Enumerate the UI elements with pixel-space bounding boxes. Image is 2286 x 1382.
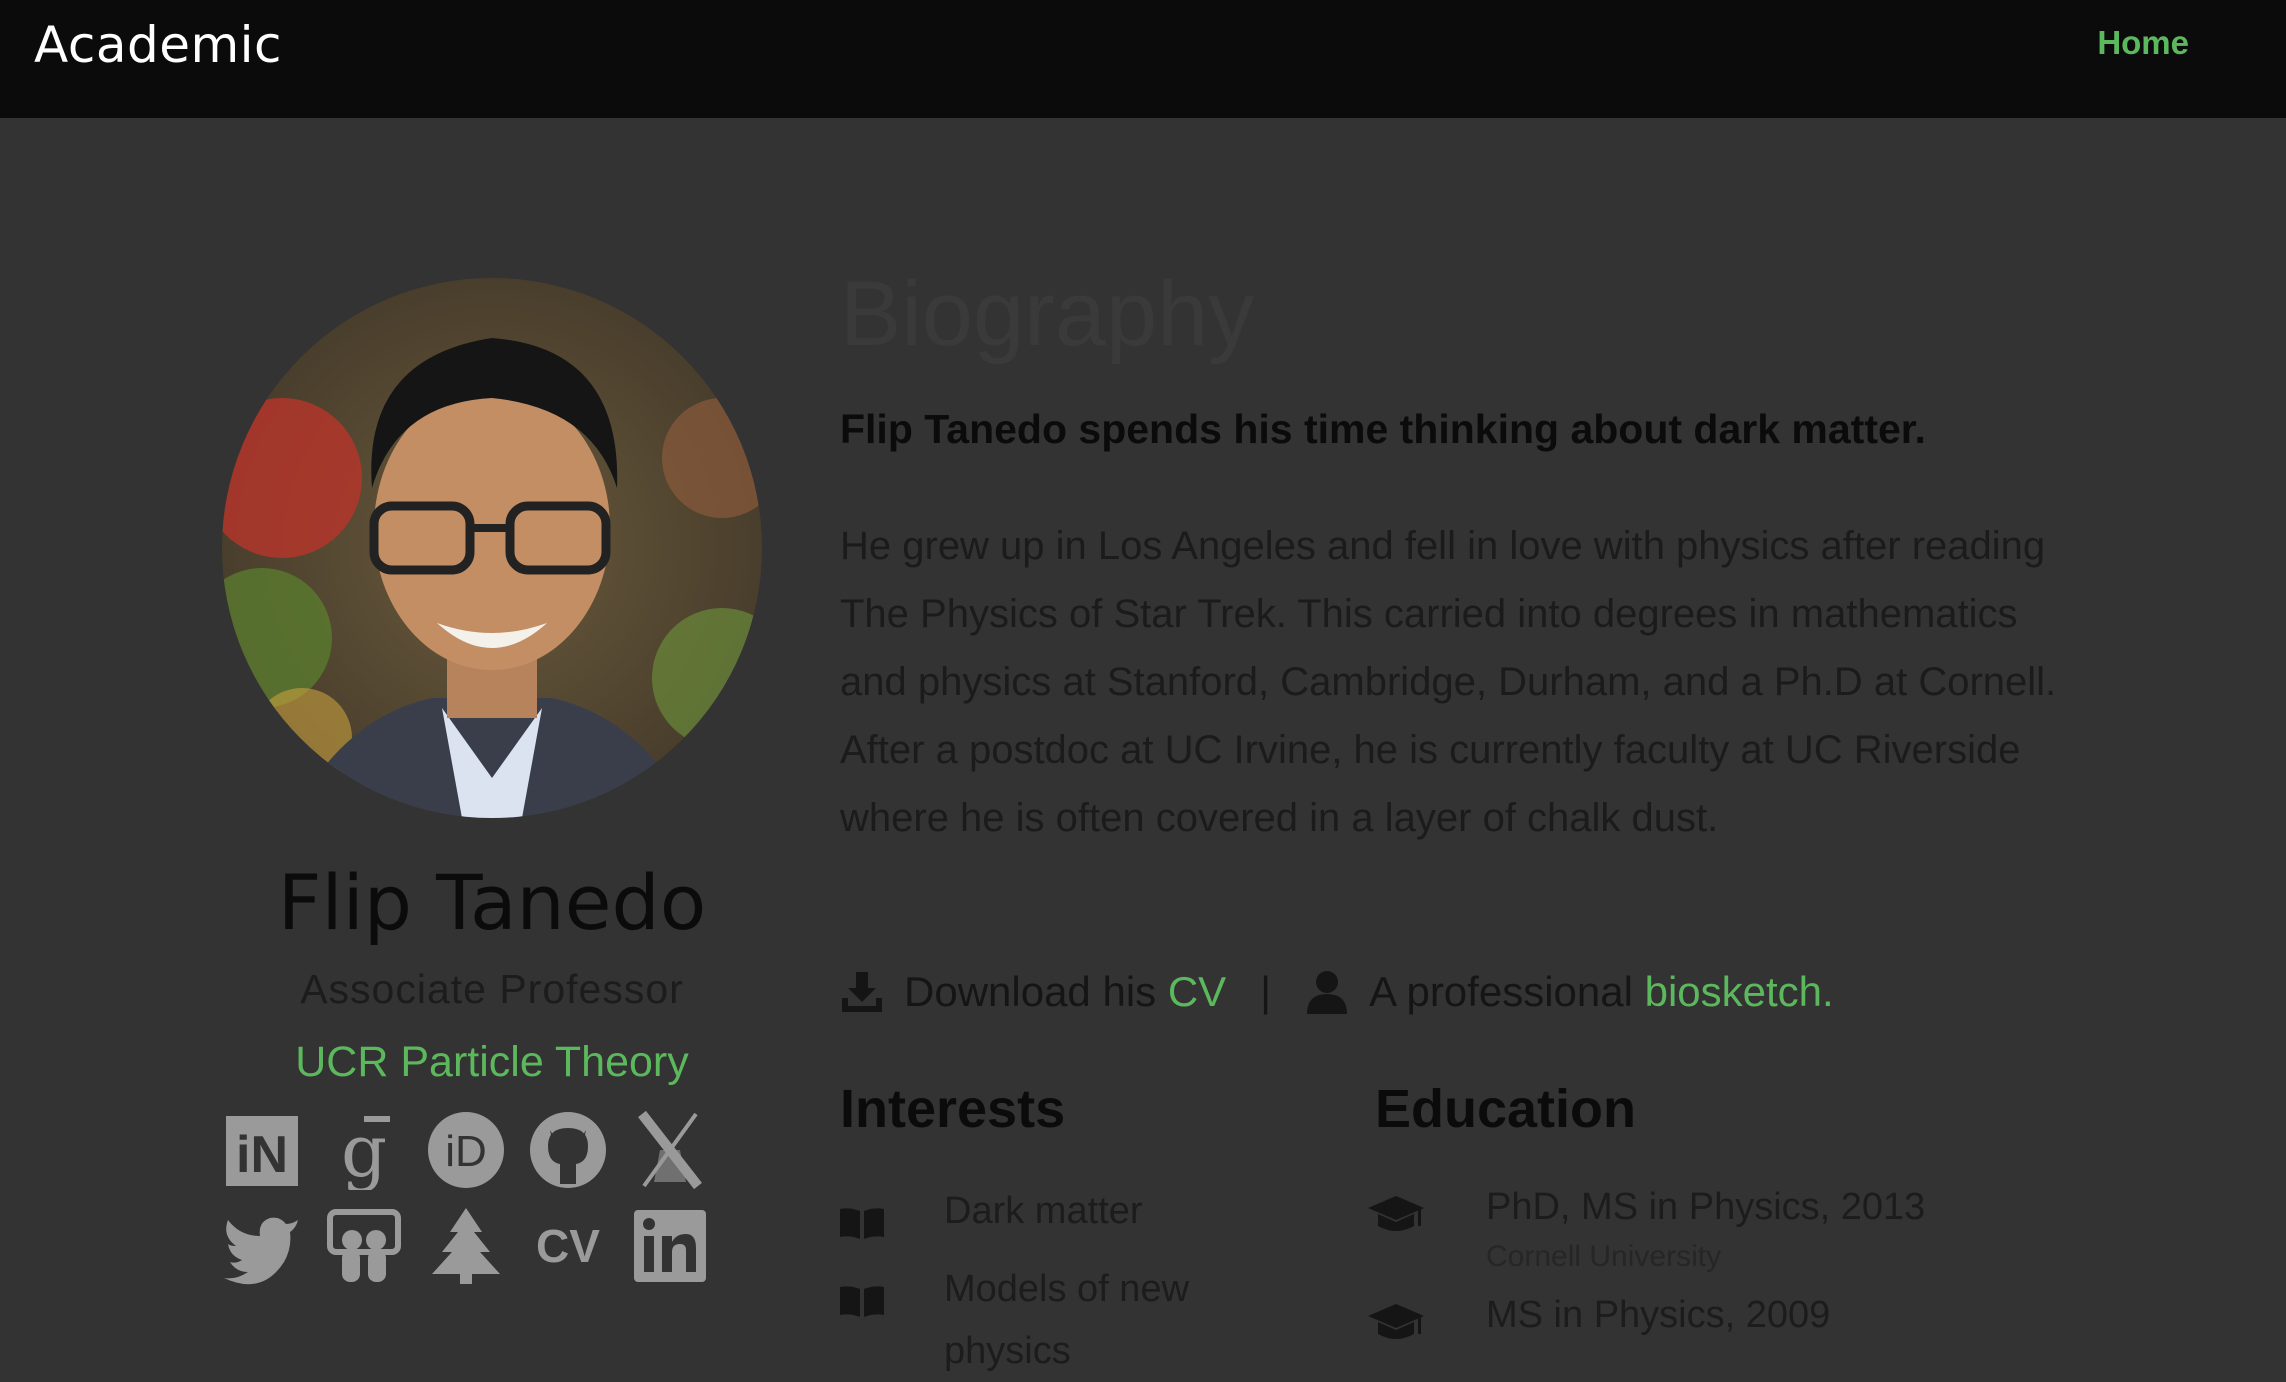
download-cv-text: Download his — [904, 968, 1168, 1015]
profile-organization-link[interactable]: UCR Particle Theory — [222, 1038, 762, 1087]
google-scholar-icon[interactable]: g — [324, 1110, 404, 1190]
links-separator: | — [1260, 968, 1272, 1015]
profile-avatar — [222, 278, 762, 818]
interest-label: Dark matter — [944, 1190, 1143, 1232]
graduation-cap-icon — [1368, 1196, 1424, 1231]
nav-home-link[interactable]: Home — [2097, 24, 2189, 62]
interests-heading: Interests — [840, 1079, 1066, 1139]
education-list: PhD, MS in Physics, 2013 Cornell Univers… — [1368, 1180, 2068, 1354]
avatar-photo — [222, 278, 762, 818]
tree-icon[interactable] — [426, 1206, 506, 1286]
biosketch-link[interactable]: biosketch — [1645, 968, 1822, 1016]
list-item: MS in Physics, 2009 — [1368, 1288, 2068, 1346]
social-links: iN g iD CV — [222, 1110, 722, 1302]
x-twitter-icon[interactable] — [630, 1110, 710, 1190]
site-brand[interactable]: Academic — [34, 16, 282, 74]
github-icon[interactable] — [528, 1110, 608, 1190]
profile-name: Flip Tanedo — [277, 858, 707, 947]
education-heading: Education — [1375, 1079, 1637, 1139]
orcid-icon[interactable]: iD — [426, 1110, 506, 1190]
graduation-cap-icon — [1368, 1304, 1424, 1339]
book-icon — [840, 1208, 884, 1239]
book-icon — [840, 1286, 884, 1317]
svg-text:CV: CV — [536, 1220, 600, 1272]
profile-role: Associate Professor — [300, 966, 684, 1012]
list-item: PhD, MS in Physics, 2013 Cornell Univers… — [1368, 1180, 2068, 1280]
biography-links: Download his CV | A professional biosket… — [840, 962, 1834, 1022]
svg-text:iN: iN — [236, 1126, 288, 1184]
svg-text:iD: iD — [445, 1127, 487, 1176]
interest-label: Models of new physics — [944, 1268, 1190, 1372]
education-degree: PhD, MS in Physics, 2013 — [1486, 1186, 1926, 1228]
interests-list: Dark matter Models of new physics — [840, 1180, 1280, 1382]
linkedin-icon[interactable] — [630, 1206, 710, 1286]
list-item: Dark matter — [840, 1180, 1280, 1258]
cv-link[interactable]: CV — [1168, 968, 1226, 1016]
cv-icon[interactable]: CV — [528, 1206, 608, 1286]
twitter-bird-icon[interactable] — [222, 1206, 302, 1286]
biography-lead: Flip Tanedo spends his time thinking abo… — [840, 406, 1926, 452]
download-icon — [842, 972, 882, 1012]
user-icon — [1307, 971, 1348, 1014]
social-row: iN g iD — [222, 1110, 722, 1190]
biosketch-text: A professional — [1369, 968, 1645, 1015]
slideshare-icon[interactable] — [324, 1206, 404, 1286]
education-degree: MS in Physics, 2009 — [1486, 1294, 1831, 1336]
biography-heading: Biography — [840, 263, 1255, 365]
biosketch-suffix: . — [1822, 968, 1834, 1015]
biography-body: He grew up in Los Angeles and fell in lo… — [840, 524, 2057, 840]
top-navbar: Academic Home — [0, 0, 2286, 118]
list-item: Models of new physics — [840, 1258, 1280, 1382]
social-row: CV — [222, 1206, 722, 1286]
education-institution: Cornell University — [1486, 1240, 1722, 1273]
inspire-icon[interactable]: iN — [222, 1110, 302, 1190]
